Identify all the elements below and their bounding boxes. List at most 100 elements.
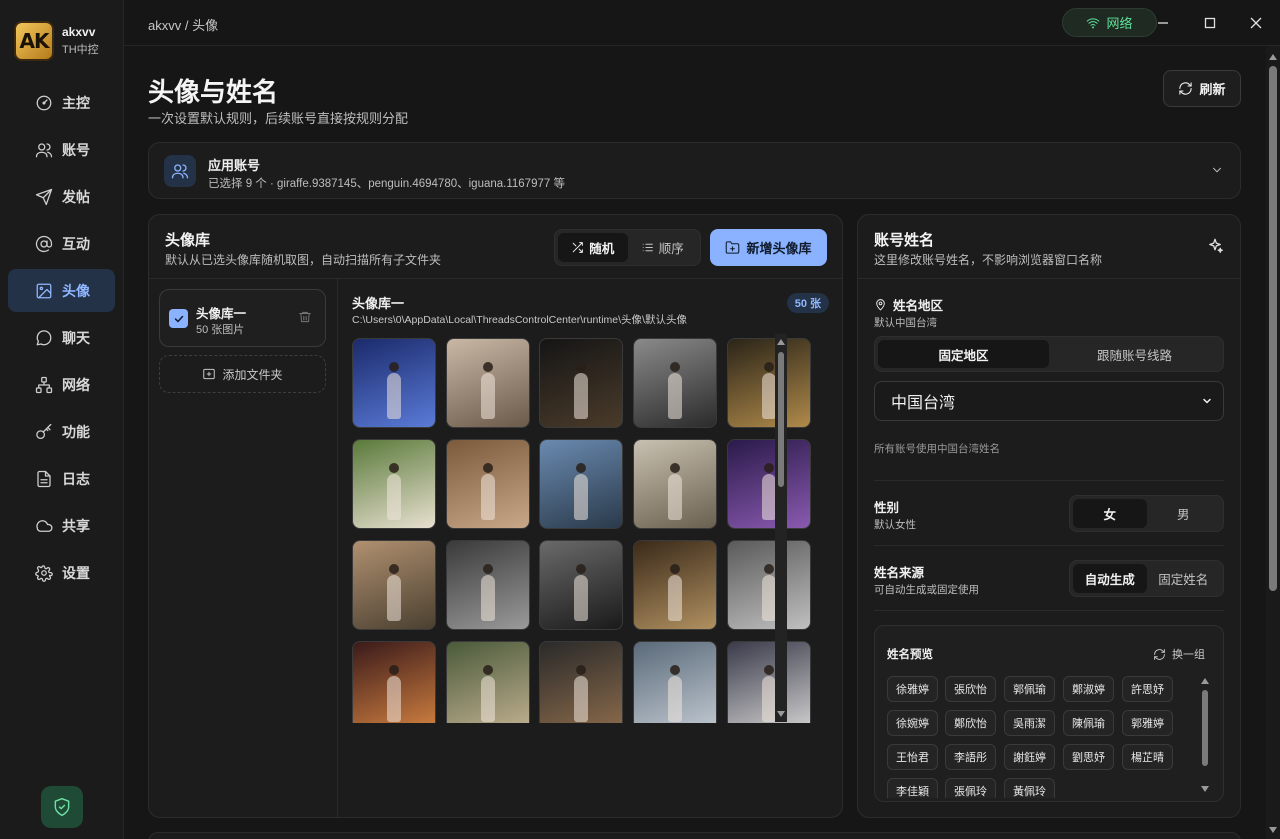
photo-figure bbox=[481, 575, 495, 621]
minimize-button[interactable] bbox=[1152, 12, 1174, 34]
sidebar-item-settings[interactable]: 设置 bbox=[8, 551, 115, 594]
name-chip[interactable]: 郭佩瑜 bbox=[1004, 676, 1055, 702]
avatar-thumbnail[interactable] bbox=[633, 641, 717, 723]
gallery-scrollbar[interactable] bbox=[775, 334, 787, 722]
library-checkbox[interactable] bbox=[169, 309, 188, 328]
sidebar-item-interact[interactable]: 互动 bbox=[8, 222, 115, 265]
name-chip[interactable]: 鄭淑婷 bbox=[1063, 676, 1114, 702]
sidebar-item-avatar[interactable]: 头像 bbox=[8, 269, 115, 312]
mode-order-label: 顺序 bbox=[658, 242, 684, 256]
trash-icon[interactable] bbox=[298, 310, 312, 324]
name-chip[interactable]: 許思妤 bbox=[1122, 676, 1173, 702]
avatar-thumbnail[interactable] bbox=[446, 439, 530, 529]
name-chip[interactable]: 陳佩瑜 bbox=[1063, 710, 1114, 736]
gender-male-option[interactable]: 男 bbox=[1147, 499, 1221, 528]
avatar-thumbnail[interactable] bbox=[633, 439, 717, 529]
add-folder-button[interactable]: 添加文件夹 bbox=[159, 355, 326, 393]
scroll-thumb[interactable] bbox=[778, 352, 784, 487]
scroll-down-arrow[interactable] bbox=[1269, 827, 1277, 833]
page-title: 头像与姓名 bbox=[148, 77, 279, 107]
avatar-thumbnail[interactable] bbox=[539, 439, 623, 529]
shield-status-button[interactable] bbox=[41, 786, 83, 828]
avatar-thumbnail[interactable] bbox=[633, 540, 717, 630]
avatar-thumbnail[interactable] bbox=[727, 540, 811, 630]
refresh-button[interactable]: 刷新 bbox=[1163, 70, 1241, 107]
next-panel-edge bbox=[148, 832, 1241, 839]
photo-figure-head bbox=[576, 362, 586, 372]
avatar-thumbnail[interactable] bbox=[727, 439, 811, 529]
sidebar-item-share[interactable]: 共享 bbox=[8, 504, 115, 547]
avatar-thumbnail[interactable] bbox=[727, 641, 811, 723]
name-chip[interactable]: 吳雨潔 bbox=[1004, 710, 1055, 736]
name-chip[interactable]: 楊芷晴 bbox=[1122, 744, 1173, 770]
scroll-up-arrow[interactable] bbox=[1269, 54, 1277, 60]
sparkles-icon[interactable] bbox=[1206, 237, 1224, 255]
name-chip[interactable]: 李佳穎 bbox=[887, 778, 938, 798]
scroll-thumb[interactable] bbox=[1202, 690, 1208, 766]
mode-order-button[interactable]: 顺序 bbox=[628, 233, 698, 262]
avatar-thumbnail[interactable] bbox=[352, 439, 436, 529]
users-icon bbox=[35, 141, 53, 159]
name-chip[interactable]: 張欣怡 bbox=[945, 676, 996, 702]
source-fixed-option[interactable]: 固定姓名 bbox=[1147, 564, 1221, 593]
scroll-down-arrow[interactable] bbox=[1201, 786, 1209, 792]
name-source-label: 姓名来源 bbox=[874, 566, 925, 580]
avatar-thumbnail[interactable] bbox=[352, 641, 436, 723]
maximize-button[interactable] bbox=[1199, 12, 1221, 34]
sidebar-item-features[interactable]: 功能 bbox=[8, 410, 115, 453]
avatar-thumbnail[interactable] bbox=[446, 540, 530, 630]
scroll-thumb[interactable] bbox=[1269, 66, 1277, 591]
wifi-icon bbox=[1086, 16, 1106, 30]
region-select[interactable]: 中国台湾 bbox=[874, 381, 1224, 421]
name-chip[interactable]: 謝鈺婷 bbox=[1004, 744, 1055, 770]
region-fixed-option[interactable]: 固定地区 bbox=[878, 340, 1049, 368]
gender-female-option[interactable]: 女 bbox=[1073, 499, 1147, 528]
library-item[interactable]: 头像库一 50 张图片 bbox=[159, 289, 326, 347]
sidebar-item-post[interactable]: 发帖 bbox=[8, 175, 115, 218]
avatar-thumbnail[interactable] bbox=[352, 540, 436, 630]
avatar-thumbnail[interactable] bbox=[446, 338, 530, 428]
scroll-up-arrow[interactable] bbox=[1201, 678, 1209, 684]
chat-icon bbox=[35, 329, 53, 347]
name-chip[interactable]: 郭雅婷 bbox=[1122, 710, 1173, 736]
sidebar-item-network[interactable]: 网络 bbox=[8, 363, 115, 406]
avatar-thumbnail[interactable] bbox=[727, 338, 811, 428]
name-chip[interactable]: 鄭欣怡 bbox=[945, 710, 996, 736]
sidebar-item-dashboard[interactable]: 主控 bbox=[8, 81, 115, 124]
name-chip[interactable]: 劉思妤 bbox=[1063, 744, 1114, 770]
main-scrollbar[interactable] bbox=[1266, 46, 1280, 839]
avatar-thumbnail[interactable] bbox=[446, 641, 530, 723]
avatar-thumbnail[interactable] bbox=[539, 641, 623, 723]
network-status-button[interactable]: 网络 bbox=[1062, 8, 1157, 37]
brand: AK akxvv TH中控 bbox=[14, 21, 99, 61]
photo-figure-head bbox=[764, 463, 774, 473]
region-follow-option[interactable]: 跟随账号线路 bbox=[1049, 340, 1220, 368]
chevron-down-icon[interactable] bbox=[1210, 163, 1224, 177]
avatar-thumbnail[interactable] bbox=[539, 338, 623, 428]
close-button[interactable] bbox=[1245, 12, 1267, 34]
apply-accounts-panel[interactable]: 应用账号 已选择 9 个 · giraffe.9387145、penguin.4… bbox=[148, 142, 1241, 199]
mode-random-button[interactable]: 随机 bbox=[558, 233, 628, 262]
avatar-thumbnail[interactable] bbox=[633, 338, 717, 428]
sidebar-item-logs[interactable]: 日志 bbox=[8, 457, 115, 500]
add-library-button[interactable]: 新增头像库 bbox=[710, 229, 827, 266]
send-icon bbox=[35, 188, 53, 206]
sidebar-item-label: 功能 bbox=[62, 423, 90, 440]
name-chip[interactable]: 徐婉婷 bbox=[887, 710, 938, 736]
sidebar-item-label: 网络 bbox=[62, 376, 90, 393]
name-chip[interactable]: 黃佩玲 bbox=[1004, 778, 1055, 798]
name-chip[interactable]: 徐雅婷 bbox=[887, 676, 938, 702]
sidebar-item-accounts[interactable]: 账号 bbox=[8, 128, 115, 171]
scroll-up-arrow[interactable] bbox=[777, 339, 785, 345]
avatar-thumbnail[interactable] bbox=[539, 540, 623, 630]
scroll-down-arrow[interactable] bbox=[777, 711, 785, 717]
name-chip[interactable]: 張佩玲 bbox=[945, 778, 996, 798]
sidebar-item-chat[interactable]: 聊天 bbox=[8, 316, 115, 359]
source-auto-option[interactable]: 自动生成 bbox=[1073, 564, 1147, 593]
name-preview-scrollbar[interactable] bbox=[1200, 676, 1210, 794]
avatar-thumbnail[interactable] bbox=[352, 338, 436, 428]
swap-names-button[interactable]: 换一组 bbox=[1153, 646, 1205, 662]
name-chip[interactable]: 王怡君 bbox=[887, 744, 938, 770]
name-chip[interactable]: 李語彤 bbox=[945, 744, 996, 770]
add-library-label: 新增头像库 bbox=[746, 241, 812, 256]
